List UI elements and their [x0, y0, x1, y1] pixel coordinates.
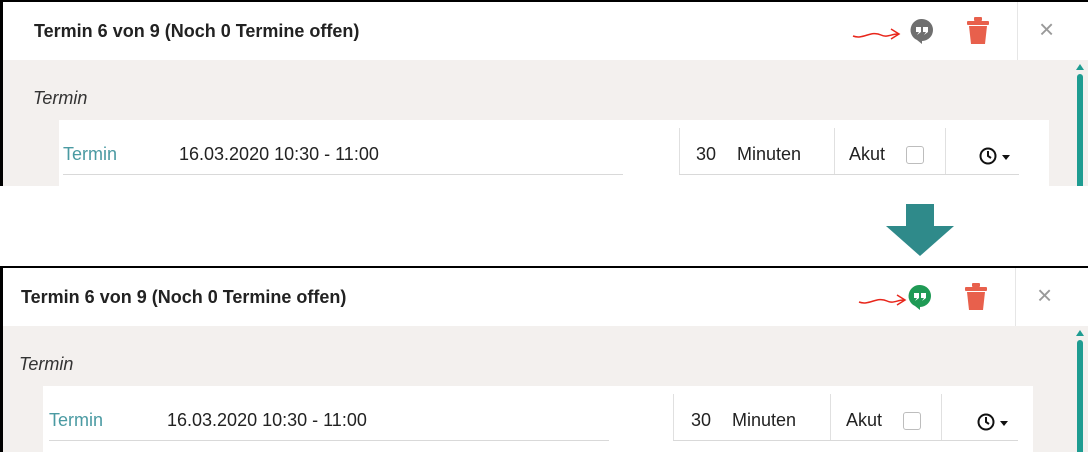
panel-header: Termin 6 von 9 (Noch 0 Termine offen) ×	[3, 268, 1088, 326]
field-label: Termin	[49, 410, 104, 430]
duration-value[interactable]: 30	[691, 410, 711, 431]
trash-icon[interactable]	[965, 16, 991, 46]
chat-icon[interactable]	[906, 283, 934, 311]
clock-dropdown[interactable]	[979, 146, 1015, 166]
datetime-underline	[63, 174, 623, 175]
duration-value[interactable]: 30	[696, 144, 716, 165]
section-title: Termin	[33, 88, 88, 108]
scrollbar[interactable]	[1076, 62, 1084, 186]
header-divider	[1017, 2, 1018, 60]
time-divider	[941, 394, 942, 440]
transition-arrow-icon	[886, 204, 954, 256]
akut-checkbox[interactable]	[903, 412, 921, 430]
akut-divider	[830, 394, 831, 440]
right-underline	[673, 440, 1018, 441]
akut-checkbox[interactable]	[906, 146, 924, 164]
trash-icon[interactable]	[963, 282, 989, 312]
appointment-datetime[interactable]: 16.03.2020 10:30 - 11:00	[167, 410, 367, 431]
field-label: Termin	[63, 144, 118, 164]
duration-divider	[679, 128, 680, 174]
appointment-panel-before: Termin 6 von 9 (Noch 0 Termine offen) × …	[0, 0, 1088, 186]
close-icon[interactable]: ×	[1037, 282, 1052, 308]
chat-icon[interactable]	[908, 17, 936, 45]
panel-header: Termin 6 von 9 (Noch 0 Termine offen) ×	[3, 2, 1088, 60]
panel-title: Termin 6 von 9 (Noch 0 Termine offen)	[21, 287, 347, 307]
right-underline	[679, 174, 1019, 175]
panel-title: Termin 6 von 9 (Noch 0 Termine offen)	[34, 21, 360, 41]
akut-label: Akut	[846, 410, 883, 430]
akut-divider	[834, 128, 835, 174]
appointment-card: Termin 16.03.2020 10:30 - 11:00 30 Minut…	[59, 120, 1049, 186]
appointment-panel-after: Termin 6 von 9 (Noch 0 Termine offen) × …	[0, 266, 1088, 452]
duration-unit: Minuten	[732, 410, 797, 430]
time-divider	[945, 128, 946, 174]
close-icon[interactable]: ×	[1039, 16, 1054, 42]
annotation-arrow-icon	[858, 294, 907, 306]
akut-label: Akut	[849, 144, 886, 164]
datetime-underline	[49, 440, 609, 441]
section-title: Termin	[19, 354, 74, 374]
annotation-arrow-icon	[852, 28, 901, 40]
duration-divider	[673, 394, 674, 440]
clock-dropdown[interactable]	[977, 412, 1013, 432]
appointment-card: Termin 16.03.2020 10:30 - 11:00 30 Minut…	[43, 386, 1033, 452]
appointment-datetime[interactable]: 16.03.2020 10:30 - 11:00	[179, 144, 379, 165]
header-divider	[1015, 268, 1016, 326]
scrollbar[interactable]	[1076, 328, 1084, 452]
duration-unit: Minuten	[737, 144, 802, 164]
